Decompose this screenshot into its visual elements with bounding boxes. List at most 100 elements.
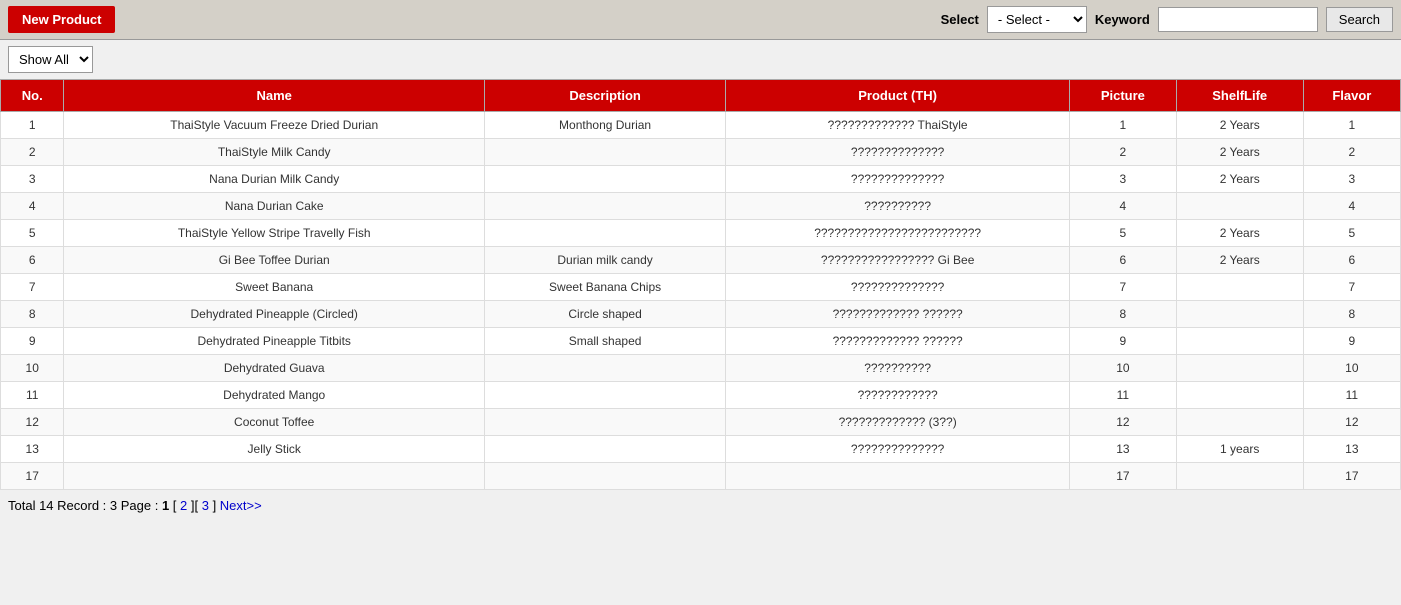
cell-product_th: ????????????? ThaiStyle bbox=[726, 112, 1070, 139]
col-shelflife: ShelfLife bbox=[1176, 80, 1303, 112]
cell-no: 11 bbox=[1, 382, 64, 409]
cell-flavor: 11 bbox=[1303, 382, 1400, 409]
products-table: No. Name Description Product (TH) Pictur… bbox=[0, 79, 1401, 490]
table-row[interactable]: 1ThaiStyle Vacuum Freeze Dried DurianMon… bbox=[1, 112, 1401, 139]
select-dropdown[interactable]: - Select - Name Description bbox=[987, 6, 1087, 33]
cell-flavor: 13 bbox=[1303, 436, 1400, 463]
cell-shelflife: 2 Years bbox=[1176, 166, 1303, 193]
cell-product_th bbox=[726, 463, 1070, 490]
cell-product_th: ?????????? bbox=[726, 193, 1070, 220]
cell-shelflife bbox=[1176, 382, 1303, 409]
cell-picture: 1 bbox=[1070, 112, 1177, 139]
cell-name: Coconut Toffee bbox=[64, 409, 484, 436]
table-row[interactable]: 13Jelly Stick??????????????131 years13 bbox=[1, 436, 1401, 463]
pagination-page-3[interactable]: 3 bbox=[202, 498, 209, 513]
cell-flavor: 12 bbox=[1303, 409, 1400, 436]
pagination-next[interactable]: Next>> bbox=[220, 498, 262, 513]
cell-name: Jelly Stick bbox=[64, 436, 484, 463]
cell-description bbox=[484, 220, 725, 247]
cell-name: ThaiStyle Yellow Stripe Travelly Fish bbox=[64, 220, 484, 247]
cell-picture: 9 bbox=[1070, 328, 1177, 355]
col-picture: Picture bbox=[1070, 80, 1177, 112]
cell-no: 8 bbox=[1, 301, 64, 328]
top-bar: New Product Select - Select - Name Descr… bbox=[0, 0, 1401, 40]
search-button[interactable]: Search bbox=[1326, 7, 1393, 32]
table-row[interactable]: 4Nana Durian Cake??????????44 bbox=[1, 193, 1401, 220]
table-row[interactable]: 11Dehydrated Mango????????????1111 bbox=[1, 382, 1401, 409]
cell-shelflife: 2 Years bbox=[1176, 139, 1303, 166]
cell-picture: 2 bbox=[1070, 139, 1177, 166]
table-row[interactable]: 171717 bbox=[1, 463, 1401, 490]
cell-name: ThaiStyle Milk Candy bbox=[64, 139, 484, 166]
cell-picture: 3 bbox=[1070, 166, 1177, 193]
cell-picture: 10 bbox=[1070, 355, 1177, 382]
cell-product_th: ?????????????? bbox=[726, 166, 1070, 193]
table-row[interactable]: 5 ThaiStyle Yellow Stripe Travelly Fish??… bbox=[1, 220, 1401, 247]
table-row[interactable]: 8Dehydrated Pineapple (Circled)Circle sh… bbox=[1, 301, 1401, 328]
cell-flavor: 1 bbox=[1303, 112, 1400, 139]
cell-description bbox=[484, 436, 725, 463]
cell-product_th: ?????????????? bbox=[726, 436, 1070, 463]
pagination-current: 1 bbox=[162, 498, 173, 513]
cell-no: 1 bbox=[1, 112, 64, 139]
cell-description: Durian milk candy bbox=[484, 247, 725, 274]
cell-flavor: 9 bbox=[1303, 328, 1400, 355]
table-row[interactable]: 2ThaiStyle Milk Candy??????????????22 Ye… bbox=[1, 139, 1401, 166]
table-row[interactable]: 10Dehydrated Guava??????????1010 bbox=[1, 355, 1401, 382]
keyword-label: Keyword bbox=[1095, 12, 1150, 27]
cell-shelflife bbox=[1176, 409, 1303, 436]
col-description: Description bbox=[484, 80, 725, 112]
table-row[interactable]: 9Dehydrated Pineapple TitbitsSmall shape… bbox=[1, 328, 1401, 355]
table-row[interactable]: 3Nana Durian Milk Candy??????????????32 … bbox=[1, 166, 1401, 193]
cell-shelflife bbox=[1176, 301, 1303, 328]
keyword-input[interactable] bbox=[1158, 7, 1318, 32]
cell-name: Nana Durian Cake bbox=[64, 193, 484, 220]
show-all-dropdown[interactable]: Show All Active Inactive bbox=[8, 46, 93, 73]
cell-no: 13 bbox=[1, 436, 64, 463]
pagination-page-2[interactable]: 2 bbox=[180, 498, 187, 513]
col-name: Name bbox=[64, 80, 484, 112]
cell-name: Dehydrated Pineapple Titbits bbox=[64, 328, 484, 355]
cell-flavor: 6 bbox=[1303, 247, 1400, 274]
cell-description: Sweet Banana Chips bbox=[484, 274, 725, 301]
filter-bar: Show All Active Inactive bbox=[0, 40, 1401, 79]
cell-shelflife: 2 Years bbox=[1176, 220, 1303, 247]
cell-no: 6 bbox=[1, 247, 64, 274]
new-product-button[interactable]: New Product bbox=[8, 6, 115, 33]
table-row[interactable]: 6Gi Bee Toffee DurianDurian milk candy??… bbox=[1, 247, 1401, 274]
cell-name: Nana Durian Milk Candy bbox=[64, 166, 484, 193]
select-label: Select bbox=[941, 12, 979, 27]
cell-no: 12 bbox=[1, 409, 64, 436]
cell-product_th: ?????????? bbox=[726, 355, 1070, 382]
cell-product_th: ????????????????????????? bbox=[726, 220, 1070, 247]
cell-picture: 17 bbox=[1070, 463, 1177, 490]
cell-shelflife: 1 years bbox=[1176, 436, 1303, 463]
cell-flavor: 5 bbox=[1303, 220, 1400, 247]
table-header: No. Name Description Product (TH) Pictur… bbox=[1, 80, 1401, 112]
cell-name: Gi Bee Toffee Durian bbox=[64, 247, 484, 274]
cell-flavor: 3 bbox=[1303, 166, 1400, 193]
col-product-th: Product (TH) bbox=[726, 80, 1070, 112]
cell-picture: 5 bbox=[1070, 220, 1177, 247]
col-no: No. bbox=[1, 80, 64, 112]
cell-product_th: ????????????? (3??) bbox=[726, 409, 1070, 436]
col-flavor: Flavor bbox=[1303, 80, 1400, 112]
cell-name: Dehydrated Mango bbox=[64, 382, 484, 409]
cell-flavor: 10 bbox=[1303, 355, 1400, 382]
cell-shelflife bbox=[1176, 463, 1303, 490]
cell-product_th: ????????????? ?????? bbox=[726, 301, 1070, 328]
cell-description bbox=[484, 166, 725, 193]
table-row[interactable]: 7Sweet BananaSweet Banana Chips?????????… bbox=[1, 274, 1401, 301]
cell-flavor: 17 bbox=[1303, 463, 1400, 490]
pagination: Total 14 Record : 3 Page : 1 [ 2 ][ 3 ] … bbox=[0, 490, 1401, 521]
cell-description bbox=[484, 193, 725, 220]
cell-description bbox=[484, 139, 725, 166]
cell-picture: 8 bbox=[1070, 301, 1177, 328]
cell-description: Circle shaped bbox=[484, 301, 725, 328]
cell-shelflife bbox=[1176, 328, 1303, 355]
cell-name: Dehydrated Pineapple (Circled) bbox=[64, 301, 484, 328]
table-row[interactable]: 12Coconut Toffee????????????? (3??)1212 bbox=[1, 409, 1401, 436]
cell-product_th: ???????????? bbox=[726, 382, 1070, 409]
cell-no: 10 bbox=[1, 355, 64, 382]
cell-picture: 12 bbox=[1070, 409, 1177, 436]
